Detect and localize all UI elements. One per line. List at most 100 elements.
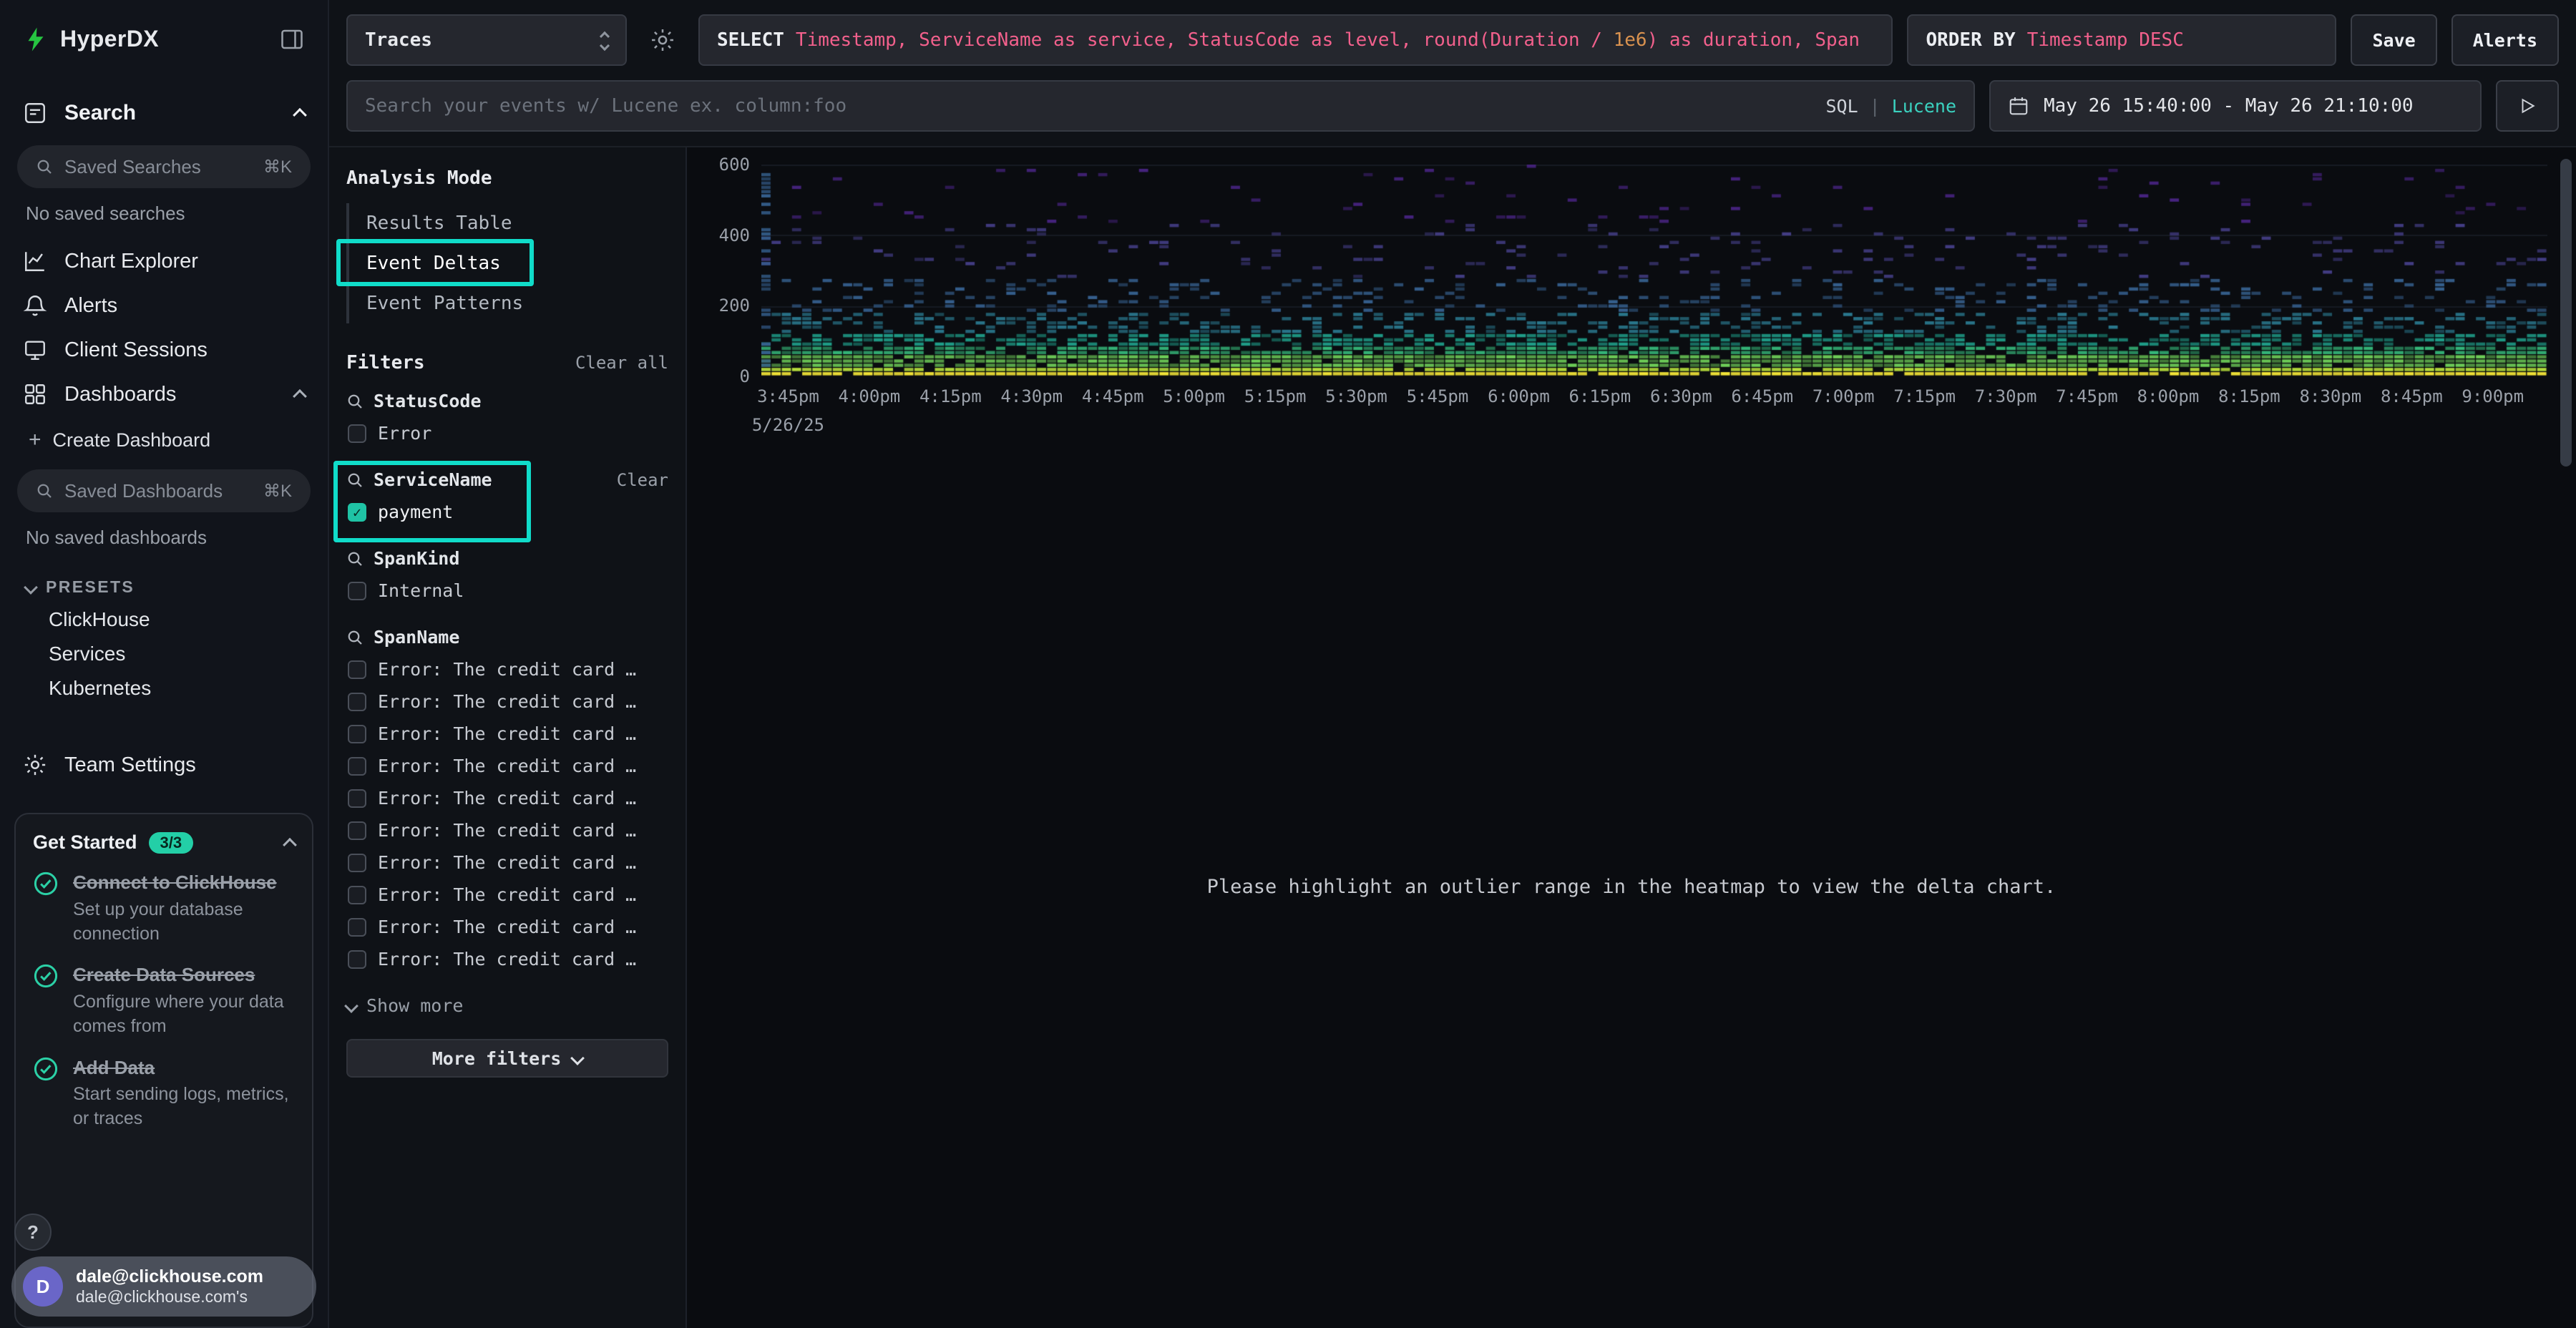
x-tick-label: 5:30pm xyxy=(1325,386,1387,406)
source-settings-button[interactable] xyxy=(641,16,684,64)
sql-expression: Timestamp DESC xyxy=(2027,29,2184,51)
scrollbar[interactable] xyxy=(2560,159,2572,467)
filter-option-spanname[interactable]: Error: The credit card … xyxy=(346,756,668,776)
saved-searches-placeholder: Saved Searches xyxy=(64,156,201,178)
filter-option-spanname[interactable]: Error: The credit card … xyxy=(346,949,668,970)
check-circle-icon xyxy=(33,963,59,1038)
checkbox-icon[interactable] xyxy=(348,886,366,904)
sql-expression: Timestamp, ServiceName as service, Statu… xyxy=(796,29,1614,51)
source-select[interactable]: Traces xyxy=(346,14,627,66)
checkbox-icon[interactable] xyxy=(348,725,366,743)
sidebar-item-client-sessions[interactable]: Client Sessions xyxy=(0,328,328,372)
chevron-up-icon[interactable] xyxy=(293,389,307,404)
save-button[interactable]: Save xyxy=(2351,14,2436,66)
sql-mode-toggle[interactable]: SQL xyxy=(1825,96,1858,117)
y-tick-label: 400 xyxy=(719,225,750,245)
get-started-header[interactable]: Get Started 3/3 xyxy=(33,831,295,854)
saved-searches-input[interactable]: Saved Searches ⌘K xyxy=(17,145,311,188)
filter-option-spanname[interactable]: Error: The credit card … xyxy=(346,884,668,905)
user-menu[interactable]: D dale@clickhouse.com dale@clickhouse.co… xyxy=(11,1256,316,1317)
checkbox-icon[interactable] xyxy=(348,789,366,808)
help-button[interactable]: ? xyxy=(14,1214,52,1251)
x-tick-label: 5:45pm xyxy=(1407,386,1469,406)
get-started-progress-badge: 3/3 xyxy=(149,832,194,854)
x-tick-label: 8:15pm xyxy=(2218,386,2280,406)
sql-select-editor[interactable]: SELECTTimestamp, ServiceName as service,… xyxy=(698,14,1893,66)
filter-option-label: Error xyxy=(378,423,431,444)
checkbox-icon[interactable] xyxy=(348,693,366,711)
checkbox-icon[interactable] xyxy=(348,660,366,679)
main-content: 6004002000 3:45pm4:00pm4:15pm4:30pm4:45p… xyxy=(687,147,2576,1328)
checkbox-checked-icon[interactable] xyxy=(348,503,366,522)
filter-option-spanname[interactable]: Error: The credit card … xyxy=(346,917,668,937)
sidebar-item-label: Client Sessions xyxy=(64,338,208,362)
chevron-up-icon[interactable] xyxy=(293,108,307,122)
sidebar-item-chart-explorer[interactable]: Chart Explorer xyxy=(0,239,328,283)
keyboard-shortcut-badge: ⌘K xyxy=(263,481,292,502)
filter-option-label: Error: The credit card … xyxy=(378,852,636,873)
filter-option-spanname[interactable]: Error: The credit card … xyxy=(346,852,668,873)
time-range-picker[interactable]: May 26 15:40:00 - May 26 21:10:00 xyxy=(1989,80,2482,132)
order-by-editor[interactable]: ORDER BYTimestamp DESC xyxy=(1907,14,2336,66)
lucene-mode-toggle[interactable]: Lucene xyxy=(1892,96,1956,117)
filter-group-name: SpanName xyxy=(374,627,459,648)
check-circle-icon xyxy=(33,871,59,946)
filter-option-spanname[interactable]: Error: The credit card … xyxy=(346,788,668,809)
analysis-mode-option-event-patterns[interactable]: Event Patterns xyxy=(346,283,668,323)
create-dashboard-button[interactable]: + Create Dashboard xyxy=(0,416,328,458)
onboarding-step-desc: Set up your database connection xyxy=(73,898,291,947)
x-tick-label: 7:15pm xyxy=(1893,386,1956,406)
saved-dashboards-input[interactable]: Saved Dashboards ⌘K xyxy=(17,469,311,512)
onboarding-step[interactable]: Connect to ClickHouse Set up your databa… xyxy=(33,871,295,946)
checkbox-icon[interactable] xyxy=(348,757,366,776)
sidebar-item-label: Dashboards xyxy=(64,383,176,406)
analysis-mode-option-label: Results Table xyxy=(366,213,512,234)
filter-option-spanname[interactable]: Error: The credit card … xyxy=(346,723,668,744)
heatmap-canvas[interactable] xyxy=(761,165,2547,376)
sidebar-item-preset-kubernetes[interactable]: Kubernetes xyxy=(0,671,328,706)
collapse-sidebar-icon[interactable] xyxy=(279,26,305,52)
onboarding-step[interactable]: Add Data Start sending logs, metrics, or… xyxy=(33,1056,295,1131)
more-filters-button[interactable]: More filters xyxy=(346,1039,668,1078)
show-more-button[interactable]: Show more xyxy=(346,995,668,1016)
filter-option-spanname[interactable]: Error: The credit card … xyxy=(346,820,668,841)
search-icon xyxy=(36,158,53,175)
sidebar-item-label: Chart Explorer xyxy=(64,250,198,273)
filter-option-payment[interactable]: payment xyxy=(346,502,668,522)
search-input[interactable]: Search your events w/ Lucene ex. column:… xyxy=(346,80,1975,132)
onboarding-step[interactable]: Create Data Sources Configure where your… xyxy=(33,963,295,1038)
checkbox-icon[interactable] xyxy=(348,918,366,937)
checkbox-icon[interactable] xyxy=(348,582,366,600)
chart-icon xyxy=(23,249,47,273)
sidebar-item-alerts[interactable]: Alerts xyxy=(0,283,328,328)
sidebar-item-preset-clickhouse[interactable]: ClickHouse xyxy=(0,602,328,637)
sidebar-item-team-settings[interactable]: Team Settings xyxy=(0,743,328,787)
sidebar-item-search[interactable]: Search xyxy=(0,87,328,134)
filter-option-spanname[interactable]: Error: The credit card … xyxy=(346,691,668,712)
sidebar-item-preset-services[interactable]: Services xyxy=(0,637,328,671)
chevron-up-icon[interactable] xyxy=(283,837,297,851)
filter-option-spanname[interactable]: Error: The credit card … xyxy=(346,659,668,680)
delta-chart-empty-state: Please highlight an outlier range in the… xyxy=(687,445,2576,1328)
sidebar-item-dashboards[interactable]: Dashboards xyxy=(0,372,328,416)
checkbox-icon[interactable] xyxy=(348,854,366,872)
presets-toggle[interactable]: PRESETS xyxy=(0,563,328,602)
checkbox-icon[interactable] xyxy=(348,821,366,840)
checkbox-icon[interactable] xyxy=(348,424,366,443)
clear-all-button[interactable]: Clear all xyxy=(575,353,668,373)
filter-option-error[interactable]: Error xyxy=(346,423,668,444)
top-bar: Traces SELECTTimestamp, ServiceName as s… xyxy=(329,0,2576,147)
filter-option-internal[interactable]: Internal xyxy=(346,580,668,601)
x-tick-label: 7:45pm xyxy=(2056,386,2118,406)
checkbox-icon[interactable] xyxy=(348,950,366,969)
run-query-button[interactable] xyxy=(2496,80,2559,132)
clear-servicename-button[interactable]: Clear xyxy=(617,470,668,490)
analysis-mode-option-results-table[interactable]: Results Table xyxy=(346,203,668,243)
filter-option-label: Error: The credit card … xyxy=(378,723,636,744)
more-filters-label: More filters xyxy=(432,1048,562,1069)
analysis-mode-option-label: Event Patterns xyxy=(366,293,523,314)
analysis-mode-option-event-deltas[interactable]: Event Deltas xyxy=(346,243,668,283)
alerts-button[interactable]: Alerts xyxy=(2451,14,2559,66)
analysis-mode-list: Results Table Event Deltas Event Pattern… xyxy=(346,203,668,323)
search-icon xyxy=(346,550,364,567)
